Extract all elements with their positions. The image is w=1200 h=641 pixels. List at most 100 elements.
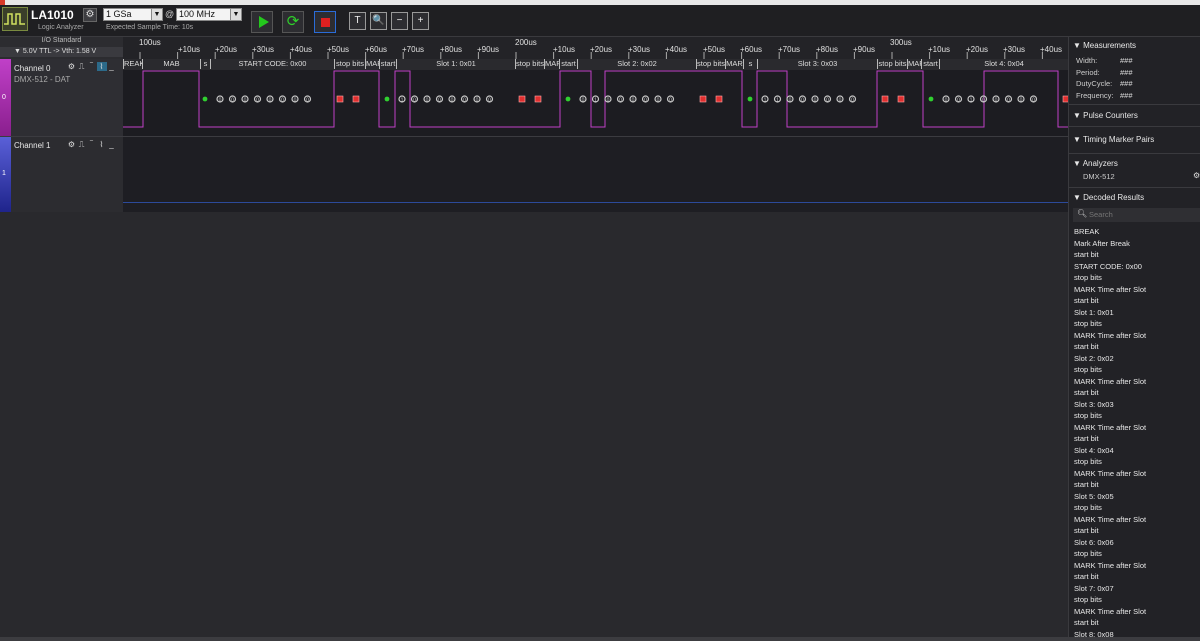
stop-bit-marker xyxy=(715,95,723,103)
decoded-result-item[interactable]: Slot 1: 0x01 xyxy=(1074,307,1200,319)
decoded-result-item[interactable]: stop bits xyxy=(1074,594,1200,606)
repeat-run-button[interactable]: ⟳ xyxy=(282,11,304,33)
decoded-result-item[interactable]: start bit xyxy=(1074,571,1200,583)
channel-0-row[interactable]: 0 Channel 0 DMX-512 - DAT ⚙ ⎍ ‾ ⌇ _ xyxy=(0,59,123,136)
decoded-result-item[interactable]: MARK Time after Slot xyxy=(1074,330,1200,342)
decoded-result-item[interactable]: start bit xyxy=(1074,433,1200,445)
decoded-result-item[interactable]: MARK Time after Slot xyxy=(1074,284,1200,296)
stop-bit-marker xyxy=(897,95,905,103)
decoded-result-item[interactable]: BREAK xyxy=(1074,226,1200,238)
gear-icon[interactable]: ⚙ xyxy=(67,62,77,71)
decoded-result-item[interactable]: Slot 3: 0x03 xyxy=(1074,399,1200,411)
measurement-label: Period: xyxy=(1076,67,1100,77)
analyzers-header[interactable]: ▼ Analyzers xyxy=(1073,159,1118,168)
decoded-result-item[interactable]: stop bits xyxy=(1074,548,1200,560)
stop-bit-marker xyxy=(352,95,360,103)
channel-panel: I/O Standard ▼ 5.0V TTL -> Vth: 1.58 V 0… xyxy=(0,37,123,213)
decoded-result-item[interactable]: stop bits xyxy=(1074,272,1200,284)
start-bit-marker xyxy=(928,96,934,102)
zoom-selection-button[interactable]: 🔍 xyxy=(370,12,387,30)
frequency-select[interactable]: 100 MHz ▼ xyxy=(176,8,242,21)
decoded-result-item[interactable]: Slot 8: 0x08 xyxy=(1074,629,1200,638)
decoded-result-item[interactable]: start bit xyxy=(1074,295,1200,307)
waveform-view[interactable]: 100us +10us +20us +30us +40us +50us +60us +70us… xyxy=(123,37,1068,212)
channel-1-name: Channel 1 xyxy=(14,141,51,150)
decoder-label: MAR xyxy=(544,59,559,69)
data-bit-value: 0 xyxy=(1032,98,1035,104)
decoder-label: stop bits xyxy=(515,59,544,69)
text-tool-button[interactable]: T xyxy=(349,12,366,30)
analyzer-dmx512[interactable]: DMX-512 xyxy=(1083,172,1115,181)
decoded-result-item[interactable]: stop bits xyxy=(1074,456,1200,468)
threshold-select[interactable]: ▼ 5.0V TTL -> Vth: 1.58 V xyxy=(0,47,123,57)
data-bit-value: 0 xyxy=(231,98,234,104)
decoded-result-item[interactable]: start bit xyxy=(1074,387,1200,399)
toolbar: LA1010 Logic Analyzer ⚙ 1 GSa ▼ @ 100 MHz… xyxy=(0,5,1200,37)
stop-button[interactable] xyxy=(314,11,336,33)
decoded-result-item[interactable]: start bit xyxy=(1074,617,1200,629)
decoded-results-header[interactable]: ▼ Decoded Results xyxy=(1073,193,1144,202)
search-box[interactable]: 🔍︎ xyxy=(1073,208,1200,222)
search-icon: 🔍︎ xyxy=(1077,209,1088,218)
decoded-result-item[interactable]: Slot 5: 0x05 xyxy=(1074,491,1200,503)
zoom-out-button[interactable]: − xyxy=(391,12,408,30)
falling-edge-icon[interactable]: ⌇ xyxy=(97,62,107,71)
gear-icon[interactable]: ⚙ xyxy=(67,140,77,149)
decoded-result-item[interactable]: start bit xyxy=(1074,479,1200,491)
measurement-value: ### xyxy=(1120,79,1133,89)
decoded-result-item[interactable]: stop bits xyxy=(1074,502,1200,514)
decoded-result-item[interactable]: START CODE: 0x00 xyxy=(1074,261,1200,273)
measurements-header[interactable]: ▼ Measurements xyxy=(1073,41,1136,50)
decoded-result-item[interactable]: Slot 4: 0x04 xyxy=(1074,445,1200,457)
device-settings-gear-icon[interactable]: ⚙ xyxy=(83,8,97,22)
timing-marker-pairs-header[interactable]: ▼ Timing Marker Pairs xyxy=(1073,135,1154,144)
decoded-result-item[interactable]: MARK Time after Slot xyxy=(1074,376,1200,388)
status-strip xyxy=(0,637,1200,641)
channel-1-row[interactable]: 1 Channel 1 ⚙ ⎍ ‾ ⌇ _ xyxy=(0,136,123,213)
high-level-icon[interactable]: ‾ xyxy=(87,140,97,149)
sample-rate-select[interactable]: 1 GSa ▼ xyxy=(103,8,163,21)
decoder-label: Slot 4: 0x04 xyxy=(939,59,1068,69)
data-bit-value: 0 xyxy=(1020,98,1023,104)
data-bit-value: 0 xyxy=(1007,98,1010,104)
decoded-result-item[interactable]: start bit xyxy=(1074,249,1200,261)
data-bit-value: 0 xyxy=(945,98,948,104)
decoded-result-item[interactable]: stop bits xyxy=(1074,410,1200,422)
decoded-result-item[interactable]: MARK Time after Slot xyxy=(1074,560,1200,572)
decoded-result-item[interactable]: stop bits xyxy=(1074,364,1200,376)
decoded-result-item[interactable]: start bit xyxy=(1074,525,1200,537)
decoded-result-item[interactable]: Slot 2: 0x02 xyxy=(1074,353,1200,365)
ruler-tick-marks xyxy=(139,52,1043,59)
analyzer-gear-icon[interactable]: ⚙ xyxy=(1193,171,1200,180)
pulse-counters-header[interactable]: ▼ Pulse Counters xyxy=(1073,111,1138,120)
decoded-result-item[interactable]: MARK Time after Slot xyxy=(1074,606,1200,618)
decoded-result-item[interactable]: MARK Time after Slot xyxy=(1074,514,1200,526)
logic-analyzer-logo-icon xyxy=(2,7,28,31)
low-level-icon[interactable]: _ xyxy=(107,62,117,71)
search-input[interactable] xyxy=(1089,209,1189,220)
decoded-result-item[interactable]: MARK Time after Slot xyxy=(1074,468,1200,480)
decoded-result-item[interactable]: Slot 6: 0x06 xyxy=(1074,537,1200,549)
decoded-result-item[interactable]: stop bits xyxy=(1074,318,1200,330)
decoder-label: s xyxy=(200,59,210,69)
decoded-result-item[interactable]: Slot 7: 0x07 xyxy=(1074,583,1200,595)
data-bit-value: 1 xyxy=(776,98,779,104)
high-level-icon[interactable]: ‾ xyxy=(87,62,97,71)
chevron-down-icon: ▼ xyxy=(230,9,241,20)
decoded-result-item[interactable]: MARK Time after Slot xyxy=(1074,422,1200,434)
zoom-in-button[interactable]: + xyxy=(412,12,429,30)
data-bit-value: 0 xyxy=(451,98,454,104)
time-ruler[interactable]: 100us +10us +20us +30us +40us +50us +60us +70us… xyxy=(123,37,1068,59)
run-button[interactable] xyxy=(251,11,273,33)
data-bit-value: 0 xyxy=(632,98,635,104)
rising-edge-icon[interactable]: ⎍ xyxy=(77,62,87,72)
rising-edge-icon[interactable]: ⎍ xyxy=(77,140,87,150)
decoded-result-item[interactable]: Mark After Break xyxy=(1074,238,1200,250)
decoder-label: MAB xyxy=(142,59,200,69)
start-bit-marker xyxy=(747,96,753,102)
data-bit-value: 0 xyxy=(294,98,297,104)
channel-0-trigger-icons: ⚙ ⎍ ‾ ⌇ _ xyxy=(67,62,117,72)
falling-edge-icon[interactable]: ⌇ xyxy=(97,140,107,149)
decoded-result-item[interactable]: start bit xyxy=(1074,341,1200,353)
low-level-icon[interactable]: _ xyxy=(107,140,117,149)
